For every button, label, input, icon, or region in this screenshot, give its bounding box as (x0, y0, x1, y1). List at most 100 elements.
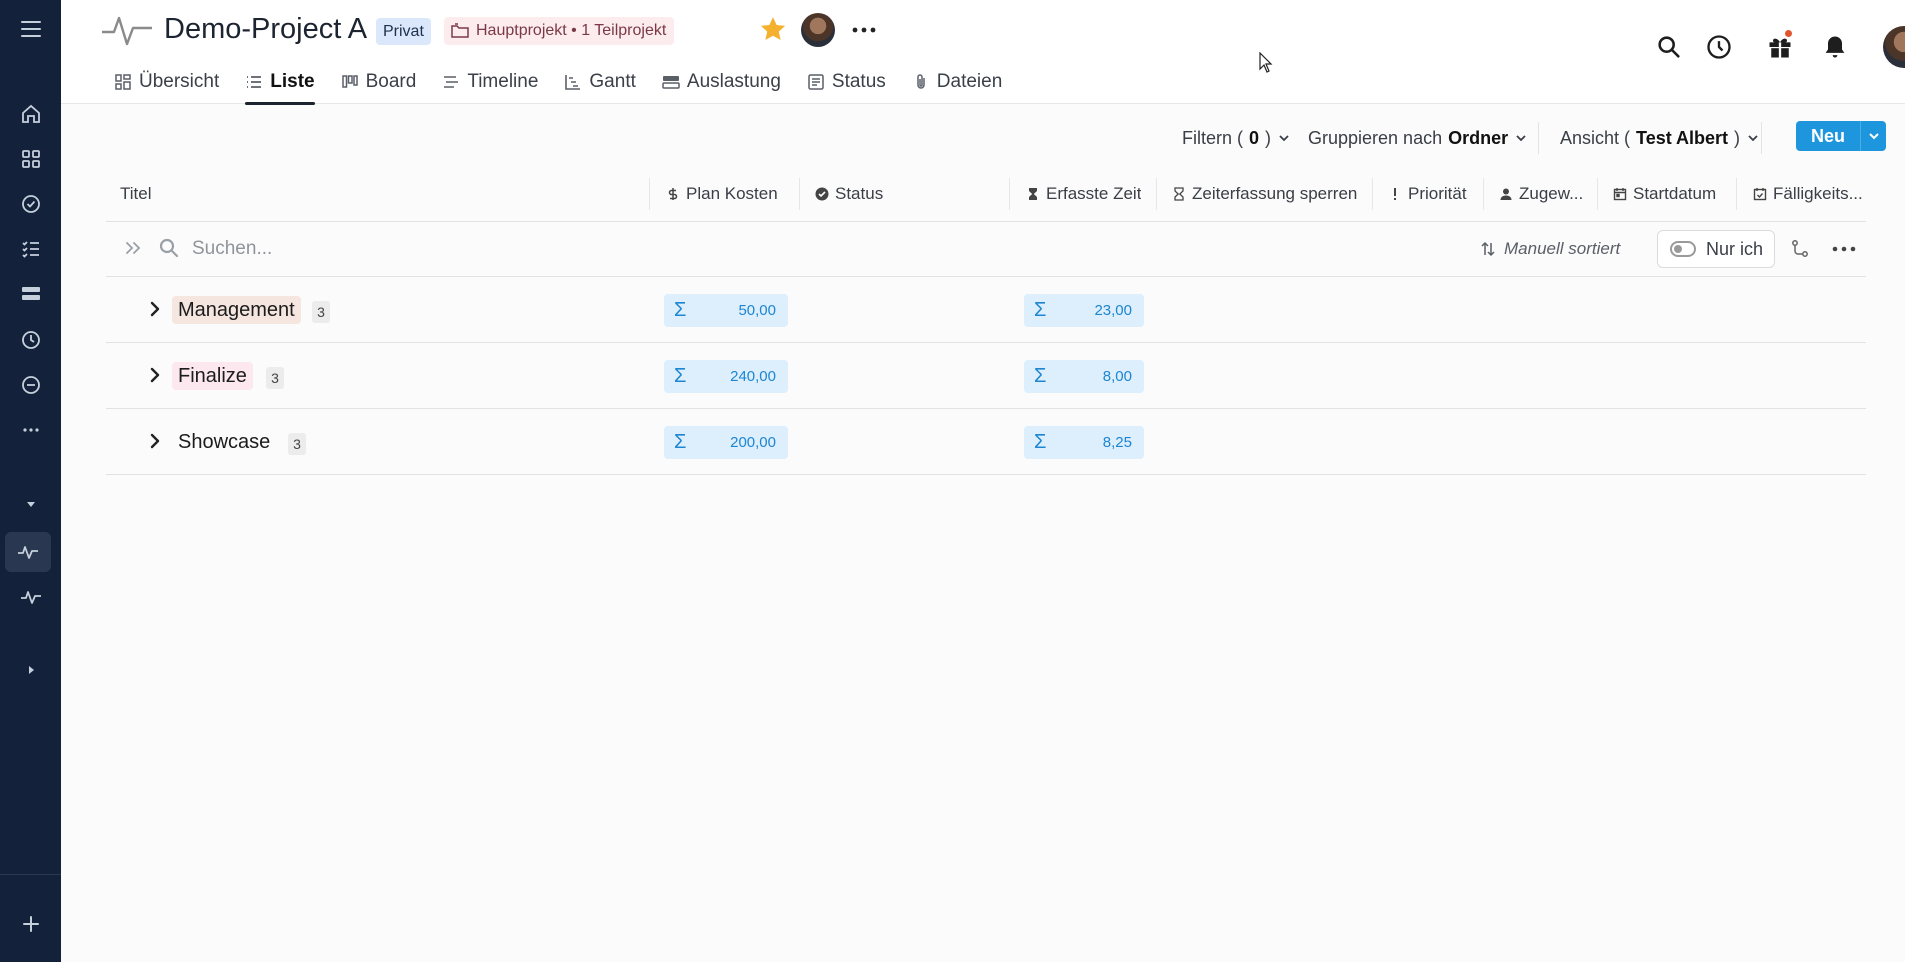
chevron-right-icon[interactable] (146, 430, 164, 452)
sum-value: 23,00 (1094, 302, 1132, 319)
group-row-finalize[interactable]: Finalize 3 Σ 240,00 Σ 8,00 (106, 343, 1866, 409)
caret-down-icon[interactable] (0, 484, 61, 524)
chevron-down-icon (1516, 135, 1526, 142)
new-button-label[interactable]: Neu (1796, 121, 1860, 151)
plan-kosten-sum: Σ 50,00 (664, 294, 788, 327)
only-me-toggle[interactable]: Nur ich (1657, 230, 1775, 268)
tab-label: Übersicht (139, 71, 220, 92)
minus-circle-icon[interactable] (0, 365, 61, 405)
column-header-zugewiesen[interactable]: Zugew... (1499, 166, 1583, 222)
dollar-icon (668, 188, 678, 200)
column-header-plan-kosten[interactable]: Plan Kosten (666, 166, 778, 222)
calendar-check-icon (1753, 188, 1767, 201)
view-select-button[interactable]: Ansicht (Test Albert) (1560, 124, 1760, 152)
more-options-icon[interactable] (850, 18, 878, 42)
view-tabs: Übersicht Liste Board Timeline Gantt Aus… (101, 60, 1016, 105)
project-hierarchy-chip[interactable]: Hauptprojekt • 1 Teilprojekt (444, 17, 675, 45)
apps-grid-icon[interactable] (0, 139, 61, 179)
filter-suffix: ) (1265, 127, 1272, 148)
tab-label: Auslastung (686, 71, 781, 92)
tab-liste[interactable]: Liste (232, 60, 327, 105)
time-tracking-clock-icon[interactable] (1699, 22, 1739, 72)
column-header-zeiterfassung-sperren[interactable]: Zeiterfassung sperren (1172, 166, 1357, 222)
group-count-badge: 3 (266, 367, 284, 389)
column-divider[interactable] (1736, 178, 1737, 210)
clock-icon[interactable] (0, 320, 61, 360)
group-name[interactable]: Finalize (172, 362, 253, 390)
sidebar (0, 0, 61, 962)
column-header-faelligkeitsdatum[interactable]: Fälligkeits... (1753, 166, 1865, 222)
sigma-icon: Σ (674, 365, 687, 387)
project-pulse-icon[interactable] (0, 577, 61, 617)
project-pulse-icon-active[interactable] (5, 532, 51, 572)
column-header-startdatum[interactable]: Startdatum (1613, 166, 1716, 222)
hourglass-icon (1174, 187, 1184, 201)
favorite-star-icon[interactable] (758, 14, 788, 44)
new-dropdown-chevron-icon[interactable] (1860, 121, 1886, 151)
new-button[interactable]: Neu (1796, 121, 1886, 151)
server-icon[interactable] (0, 274, 61, 314)
sum-value: 50,00 (738, 302, 776, 319)
search-icon (157, 236, 181, 260)
tab-status[interactable]: Status (794, 60, 899, 104)
caret-right-icon[interactable] (0, 650, 61, 690)
menu-icon[interactable] (0, 9, 61, 49)
privacy-badge[interactable]: Privat (376, 18, 431, 45)
tab-gantt[interactable]: Gantt (551, 60, 648, 104)
chevron-right-icon[interactable] (146, 364, 164, 386)
chevron-right-icon[interactable] (146, 298, 164, 320)
home-icon[interactable] (0, 94, 61, 134)
notification-dot (1783, 28, 1794, 39)
add-icon[interactable] (0, 904, 61, 944)
group-name[interactable]: Management (172, 296, 301, 324)
column-label: Plan Kosten (686, 184, 778, 203)
subtasks-icon[interactable] (1789, 238, 1811, 260)
column-header-erfasste-zeit[interactable]: Erfasste Zeit (1026, 166, 1141, 222)
group-row-management[interactable]: Management 3 Σ 50,00 Σ 23,00 (106, 277, 1866, 343)
tab-board[interactable]: Board (328, 60, 430, 104)
toggle-switch[interactable] (1670, 241, 1696, 257)
column-header-prioritaet[interactable]: Priorität (1388, 166, 1467, 222)
more-options-icon[interactable] (1830, 236, 1858, 262)
project-owner-avatar[interactable] (801, 13, 835, 47)
plan-kosten-sum: Σ 240,00 (664, 360, 788, 393)
column-divider[interactable] (799, 178, 800, 210)
check-circle-icon (815, 187, 829, 201)
tab-uebersicht[interactable]: Übersicht (101, 60, 232, 104)
group-prefix: Gruppieren nach (1308, 127, 1443, 148)
column-divider[interactable] (1483, 178, 1484, 210)
group-row-showcase[interactable]: Showcase 3 Σ 200,00 Σ 8,25 (106, 409, 1866, 475)
group-name[interactable]: Showcase (172, 428, 276, 456)
tab-timeline[interactable]: Timeline (429, 60, 551, 104)
column-divider[interactable] (1156, 178, 1157, 210)
chevron-down-icon (1748, 135, 1758, 142)
group-by-button[interactable]: Gruppieren nach Ordner (1308, 124, 1528, 152)
app-root: Demo-Project A Privat Hauptprojekt • 1 T… (0, 0, 1905, 962)
column-divider[interactable] (1597, 178, 1598, 210)
gift-icon[interactable] (1760, 22, 1800, 72)
sort-mode-button[interactable]: Manuell sortiert (1480, 234, 1620, 264)
column-divider[interactable] (1372, 178, 1373, 210)
mouse-cursor-icon (1259, 51, 1275, 74)
column-header-titel[interactable]: Titel (120, 166, 152, 222)
more-dots-icon[interactable] (0, 410, 61, 450)
column-label: Titel (120, 184, 152, 203)
tab-auslastung[interactable]: Auslastung (649, 60, 794, 104)
status-doc-icon (808, 74, 824, 90)
paperclip-icon (917, 74, 925, 89)
tab-dateien[interactable]: Dateien (899, 60, 1016, 104)
column-divider[interactable] (649, 178, 650, 210)
bell-icon[interactable] (1815, 22, 1855, 72)
project-title: Demo-Project A (164, 13, 368, 45)
tasklist-icon[interactable] (0, 229, 61, 269)
search-input[interactable] (192, 234, 692, 264)
user-avatar[interactable] (1883, 26, 1905, 68)
timeline-icon (444, 76, 459, 88)
column-divider[interactable] (1009, 178, 1010, 210)
column-label: Priorität (1408, 184, 1467, 203)
search-icon[interactable] (1649, 22, 1689, 72)
filter-button[interactable]: Filtern (0) (1182, 124, 1291, 152)
check-circle-icon[interactable] (0, 184, 61, 224)
column-header-status[interactable]: Status (815, 166, 883, 222)
expand-all-icon[interactable] (123, 238, 143, 258)
